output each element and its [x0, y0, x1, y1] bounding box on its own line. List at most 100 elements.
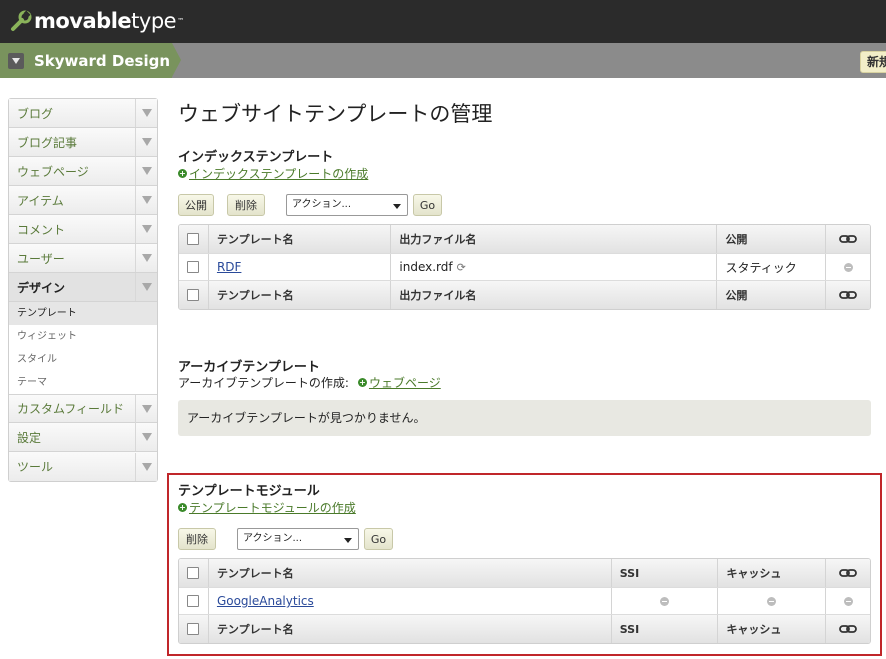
sidebar-item-label: ブログ記事 [17, 135, 78, 150]
select-all-checkbox[interactable] [187, 233, 199, 245]
plus-icon: + [178, 169, 187, 178]
table-row: GoogleAnalytics [179, 587, 870, 615]
table-row: RDF index.rdf ⟳ スタティック [179, 253, 870, 281]
site-switcher[interactable]: Skyward Design [0, 43, 172, 78]
sidebar-item-webpages[interactable]: ウェブページ [9, 157, 157, 186]
index-go-button[interactable]: Go [413, 194, 442, 216]
page-title: ウェブサイトテンプレートの管理 [178, 102, 493, 126]
column-header-name[interactable]: テンプレート名 [207, 559, 611, 587]
sidebar-item-settings[interactable]: 設定 [9, 423, 157, 452]
unlinked-icon [843, 596, 853, 606]
sidebar-item-label: コメント [17, 222, 66, 237]
sidebar-item-label: ブログ [17, 106, 54, 121]
template-modules-heading: テンプレートモジュール [178, 484, 320, 499]
column-header-output[interactable]: 出力ファイル名 [390, 225, 716, 253]
sidebar-item-custom-fields[interactable]: カスタムフィールド [9, 394, 157, 423]
sidebar-menu: ブログ ブログ記事 ウェブページ アイテム コメント ユーザー デザイン テンプ… [8, 98, 158, 482]
new-button[interactable]: 新規 [860, 51, 886, 73]
sidebar-item-label: デザイン [17, 280, 66, 295]
cache-disabled-icon [767, 596, 777, 606]
output-filename: index.rdf [399, 260, 453, 274]
link-icon [839, 625, 857, 633]
logo-text-light: type [131, 9, 177, 33]
plus-icon: + [178, 503, 187, 512]
module-delete-button[interactable]: 削除 [178, 528, 216, 550]
select-all-checkbox[interactable] [187, 567, 199, 579]
archive-create-row: アーカイブテンプレートの作成: + ウェブページ [178, 374, 441, 391]
module-name-link[interactable]: GoogleAnalytics [217, 594, 314, 608]
logo-text-bold: movable [34, 9, 132, 33]
delete-button[interactable]: 削除 [227, 194, 265, 216]
create-index-template-link[interactable]: + インデックステンプレートの作成 [178, 165, 368, 182]
sidebar-item-tools[interactable]: ツール [9, 452, 157, 481]
table-header-row: テンプレート名 出力ファイル名 公開 [179, 225, 870, 253]
module-action-select-value: アクション... [243, 533, 303, 544]
column-footer-cache: キャッシュ [717, 615, 825, 643]
sidebar-item-assets[interactable]: アイテム [9, 186, 157, 215]
create-template-module-link[interactable]: + テンプレートモジュールの作成 [178, 499, 356, 516]
column-header-ssi[interactable]: SSI [610, 559, 718, 587]
dropdown-arrow-icon [393, 204, 401, 209]
site-name: Skyward Design [34, 51, 171, 70]
sidebar-item-entries[interactable]: ブログ記事 [9, 128, 157, 157]
table-header-row: テンプレート名 SSI キャッシュ [179, 559, 870, 587]
column-header-cache[interactable]: キャッシュ [717, 559, 825, 587]
design-submenu: テンプレート ウィジェット スタイル テーマ [9, 302, 157, 394]
select-all-checkbox[interactable] [187, 289, 199, 301]
toggle-arrow-icon[interactable] [135, 244, 157, 272]
column-header-name[interactable]: テンプレート名 [207, 225, 390, 253]
sidebar-item-blog[interactable]: ブログ [9, 99, 157, 128]
toggle-arrow-icon[interactable] [135, 273, 157, 301]
create-archive-webpage-link[interactable]: + ウェブページ [357, 374, 441, 391]
logo-tm: ™ [177, 17, 184, 25]
column-footer-output: 出力ファイル名 [390, 281, 716, 309]
sidebar-item-label: アイテム [17, 193, 64, 208]
create-index-template-label: インデックステンプレートの作成 [189, 167, 369, 181]
site-bar: Skyward Design 新規 [0, 43, 886, 78]
submenu-item-themes[interactable]: テーマ [9, 371, 157, 394]
module-go-button[interactable]: Go [364, 528, 393, 550]
toggle-arrow-icon[interactable] [135, 186, 157, 214]
dropdown-arrow-icon [344, 538, 352, 543]
row-checkbox[interactable] [187, 595, 199, 607]
toggle-arrow-icon[interactable] [135, 99, 157, 127]
column-footer-publish: 公開 [716, 281, 825, 309]
toggle-arrow-icon[interactable] [135, 215, 157, 243]
index-templates-table: テンプレート名 出力ファイル名 公開 RDF index.rdf ⟳ スタティック… [178, 224, 871, 310]
table-footer-row: テンプレート名 出力ファイル名 公開 [179, 281, 870, 309]
top-bar: movable type ™ [0, 0, 886, 43]
sidebar-item-users[interactable]: ユーザー [9, 244, 157, 273]
column-footer-name: テンプレート名 [207, 281, 390, 309]
submenu-item-styles[interactable]: スタイル [9, 348, 157, 371]
wrench-icon [11, 10, 32, 31]
unlinked-icon [843, 262, 853, 272]
sidebar-item-label: ツール [17, 460, 54, 474]
sidebar-item-comments[interactable]: コメント [9, 215, 157, 244]
toggle-arrow-icon[interactable] [135, 394, 157, 423]
movabletype-logo[interactable]: movable type ™ [10, 8, 184, 34]
link-icon [839, 291, 857, 299]
create-template-module-label: テンプレートモジュールの作成 [189, 501, 356, 515]
toggle-arrow-icon[interactable] [135, 128, 157, 156]
index-templates-heading: インデックステンプレート [178, 150, 334, 165]
sidebar-item-design[interactable]: デザイン [9, 273, 157, 302]
column-header-publish[interactable]: 公開 [716, 225, 825, 253]
sidebar-item-label: 設定 [17, 430, 42, 445]
row-checkbox[interactable] [187, 261, 199, 273]
template-name-link[interactable]: RDF [217, 260, 241, 274]
toggle-arrow-icon[interactable] [135, 452, 157, 481]
select-all-checkbox[interactable] [187, 623, 199, 635]
sidebar-item-label: ウェブページ [17, 164, 89, 179]
site-bar-arrow [172, 43, 181, 77]
submenu-item-templates[interactable]: テンプレート [9, 302, 157, 325]
link-icon [839, 569, 857, 577]
toggle-arrow-icon[interactable] [135, 157, 157, 185]
module-action-select[interactable]: アクション... [237, 528, 359, 550]
toggle-arrow-icon[interactable] [135, 423, 157, 451]
publish-button[interactable]: 公開 [178, 194, 214, 216]
chevron-down-icon[interactable] [8, 52, 24, 69]
submenu-item-widgets[interactable]: ウィジェット [9, 325, 157, 348]
publish-type: スタティック [716, 254, 825, 280]
refresh-icon[interactable]: ⟳ [457, 261, 466, 274]
index-action-select[interactable]: アクション... [286, 194, 408, 216]
